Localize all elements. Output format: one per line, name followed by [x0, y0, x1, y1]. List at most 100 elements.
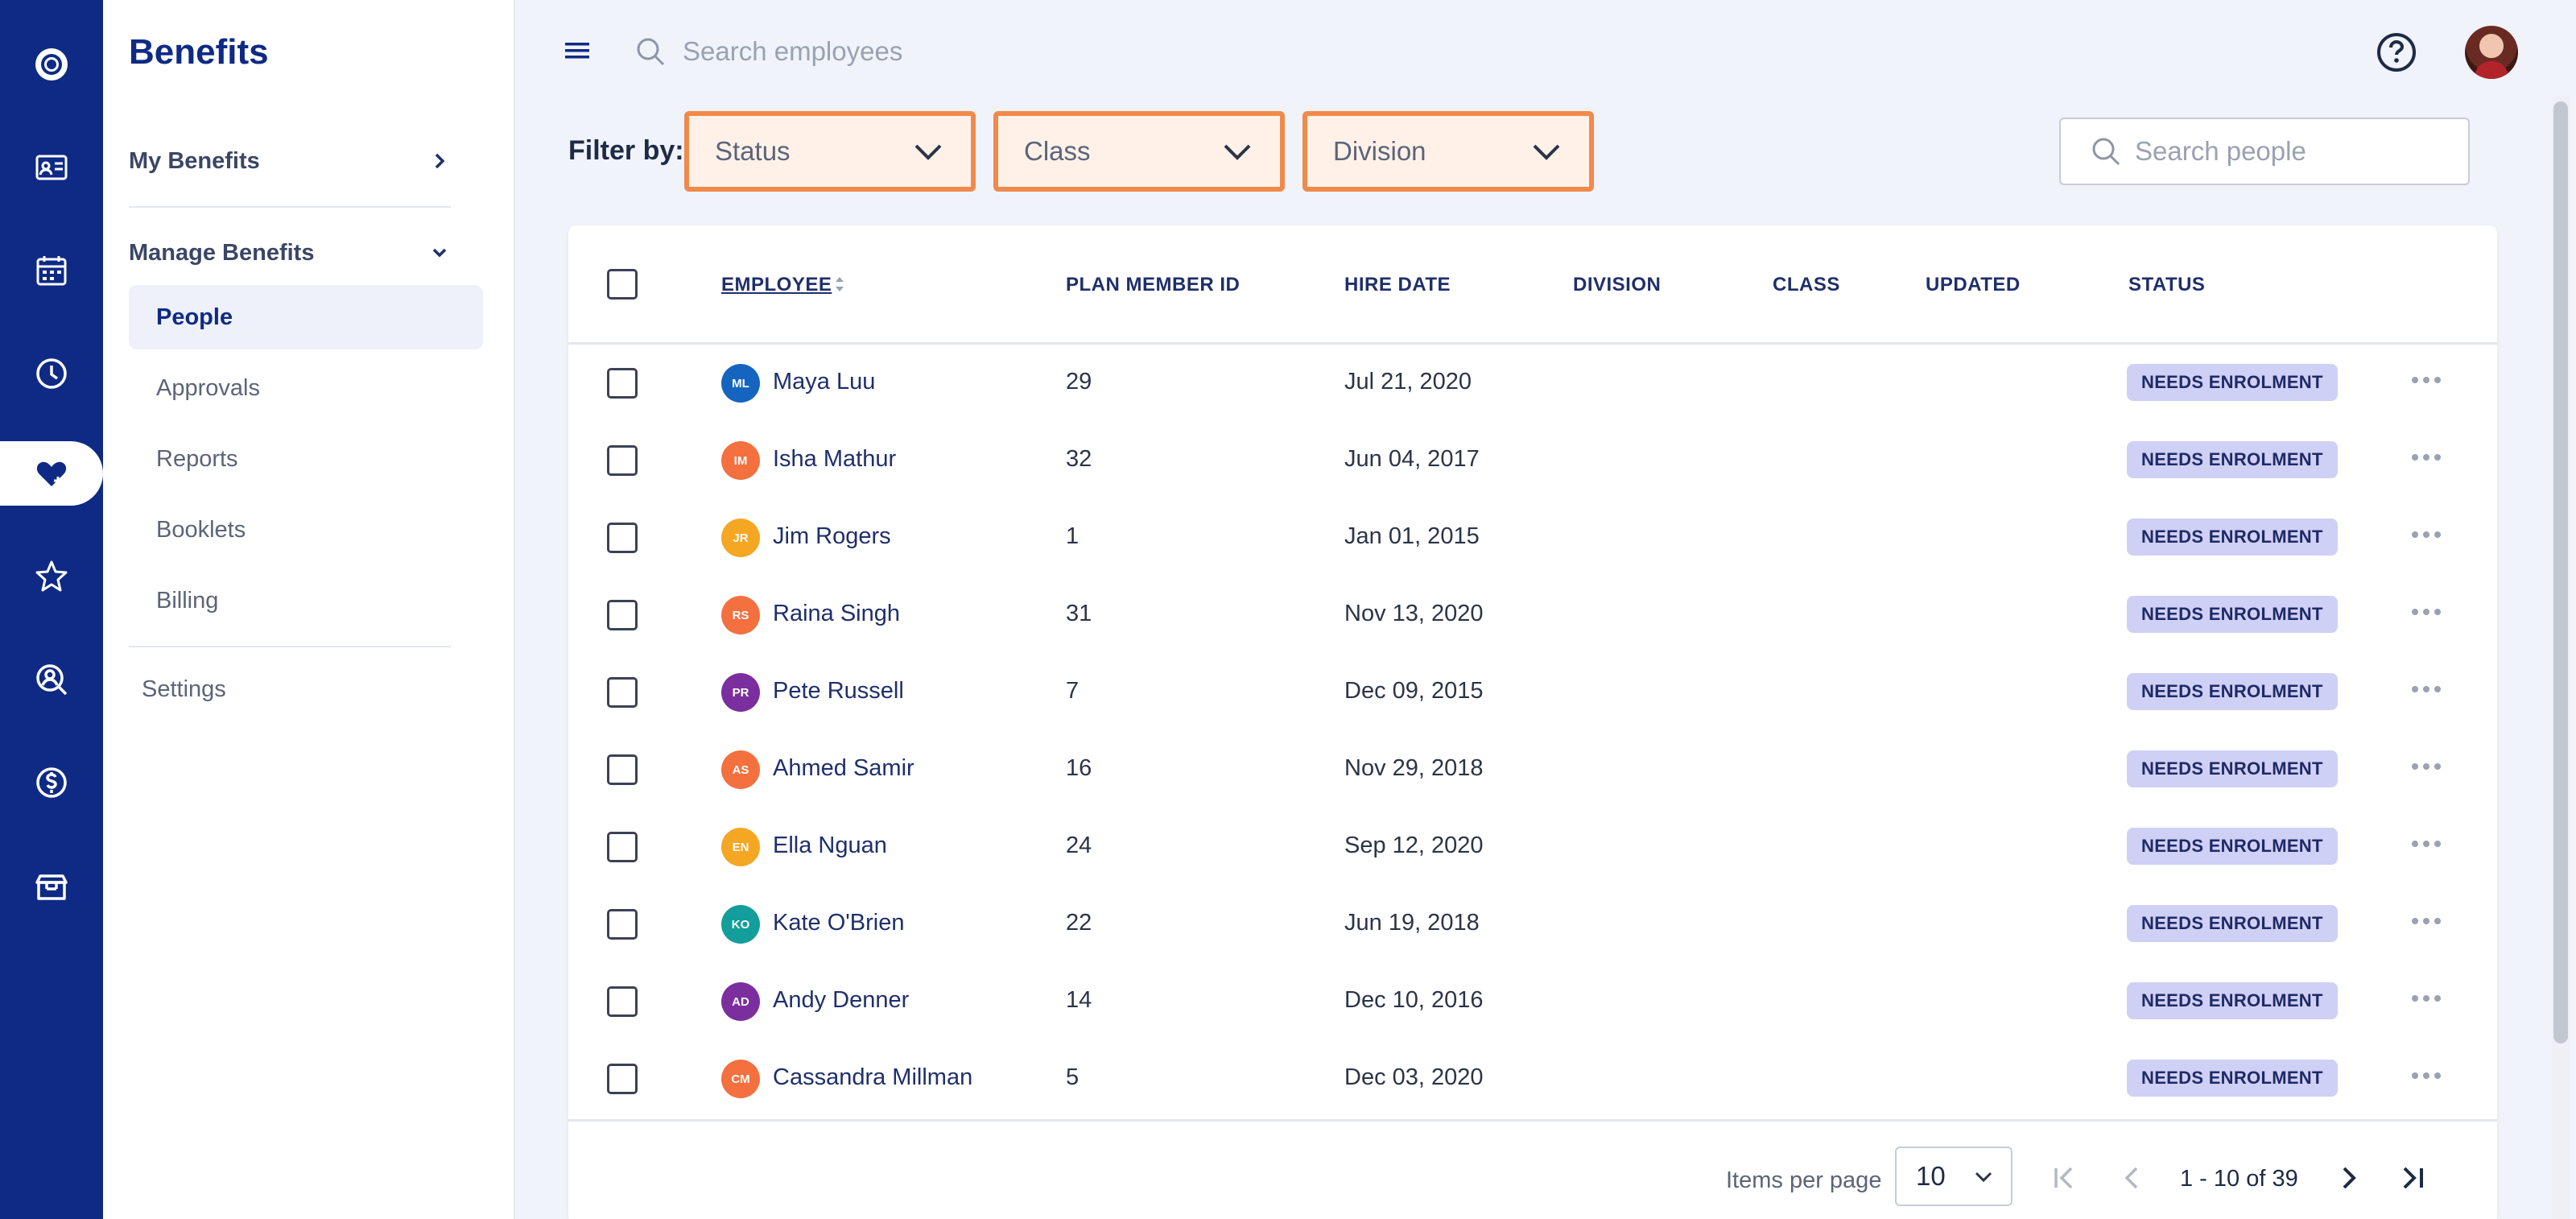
- table-row[interactable]: JR Jim Rogers 1 Jan 01, 2015 NEEDS ENROLMENT: [568, 499, 2497, 576]
- sidebar-item-settings[interactable]: Settings: [142, 676, 226, 703]
- more-options-icon[interactable]: [2409, 913, 2444, 929]
- table-row[interactable]: AS Ahmed Samir 16 Nov 29, 2018 NEEDS ENROLME…: [568, 731, 2497, 808]
- plan-member-id: 7: [1066, 678, 1080, 704]
- plan-member-id: 5: [1066, 1064, 1080, 1090]
- more-options-icon[interactable]: [2409, 372, 2444, 388]
- next-page-button[interactable]: [2328, 1158, 2368, 1198]
- status-badge: NEEDS ENROLMENT: [2127, 905, 2338, 942]
- column-hire-date: HIRE DATE: [1344, 274, 1451, 295]
- row-checkbox[interactable]: [607, 986, 638, 1017]
- employee-avatar: JR: [721, 519, 760, 557]
- first-page-button[interactable]: [2045, 1158, 2085, 1198]
- items-per-page-select[interactable]: 10: [1895, 1147, 2013, 1206]
- table-row[interactable]: ML Maya Luu 29 Jul 21, 2020 NEEDS ENROLMENT: [568, 345, 2497, 422]
- status-badge: NEEDS ENROLMENT: [2127, 750, 2338, 787]
- employee-name[interactable]: Cassandra Millman: [773, 1064, 972, 1091]
- employee-name[interactable]: Ella Nguan: [773, 833, 887, 859]
- plan-member-id: 1: [1066, 523, 1080, 549]
- row-checkbox[interactable]: [607, 600, 638, 630]
- division-filter-dropdown[interactable]: Division: [1302, 111, 1594, 192]
- user-avatar[interactable]: [2465, 26, 2518, 79]
- column-plan-member-id: PLAN MEMBER ID: [1066, 274, 1241, 295]
- search-employees-input[interactable]: [683, 32, 1407, 71]
- class-filter-label: Class: [1024, 136, 1091, 166]
- row-checkbox[interactable]: [607, 909, 638, 940]
- sidebar-manage-benefits-label: Manage Benefits: [129, 239, 315, 266]
- previous-page-button[interactable]: [2112, 1158, 2153, 1198]
- benefits-sidebar: Benefits My Benefits Manage Benefits Peo…: [103, 0, 515, 1219]
- employee-avatar: RS: [721, 596, 760, 634]
- table-row[interactable]: AD Andy Denner 14 Dec 10, 2016 NEEDS ENROLME…: [568, 963, 2497, 1040]
- sidebar-item-billing[interactable]: Billing: [129, 568, 483, 633]
- sidebar-manage-benefits[interactable]: Manage Benefits: [129, 229, 451, 277]
- row-checkbox[interactable]: [607, 445, 638, 476]
- more-options-icon[interactable]: [2409, 681, 2444, 697]
- employee-name[interactable]: Raina Singh: [773, 601, 900, 627]
- row-checkbox[interactable]: [607, 523, 638, 553]
- employee-avatar: ML: [721, 364, 760, 403]
- employee-name[interactable]: Maya Luu: [773, 369, 875, 395]
- table-row[interactable]: CM Cassandra Millman 5 Dec 03, 2020 NEEDS EN…: [568, 1040, 2497, 1118]
- more-options-icon[interactable]: [2409, 990, 2444, 1006]
- sidebar-item-reports[interactable]: Reports: [129, 427, 483, 491]
- employee-name[interactable]: Ahmed Samir: [773, 755, 914, 782]
- person-search-icon[interactable]: [0, 647, 103, 712]
- sort-icon[interactable]: [832, 272, 847, 296]
- id-card-icon[interactable]: [0, 135, 103, 200]
- row-checkbox[interactable]: [607, 677, 638, 708]
- status-filter-dropdown[interactable]: Status: [684, 111, 976, 192]
- hire-date: Nov 29, 2018: [1344, 755, 1484, 781]
- more-options-icon[interactable]: [2409, 449, 2444, 465]
- employee-name[interactable]: Pete Russell: [773, 678, 904, 705]
- more-options-icon[interactable]: [2409, 1068, 2444, 1084]
- employee-name[interactable]: Andy Denner: [773, 987, 909, 1014]
- row-checkbox[interactable]: [607, 368, 638, 399]
- row-checkbox[interactable]: [607, 754, 638, 785]
- search-people-box[interactable]: [2059, 118, 2470, 185]
- row-checkbox[interactable]: [607, 1064, 638, 1094]
- sidebar-item-booklets[interactable]: Booklets: [129, 498, 483, 562]
- row-checkbox[interactable]: [607, 832, 638, 862]
- table-row[interactable]: PR Pete Russell 7 Dec 09, 2015 NEEDS ENROLME…: [568, 654, 2497, 731]
- hire-date: Dec 10, 2016: [1344, 987, 1484, 1013]
- status-badge: NEEDS ENROLMENT: [2127, 364, 2338, 401]
- class-filter-dropdown[interactable]: Class: [993, 111, 1285, 192]
- more-options-icon[interactable]: [2409, 527, 2444, 543]
- column-updated: UPDATED: [1926, 274, 2021, 295]
- dollar-icon[interactable]: [0, 750, 103, 815]
- division-filter-label: Division: [1333, 136, 1426, 166]
- star-icon[interactable]: [0, 544, 103, 609]
- more-options-icon[interactable]: [2409, 604, 2444, 620]
- column-employee[interactable]: EMPLOYEE: [721, 274, 832, 296]
- gift-box-icon[interactable]: [0, 853, 103, 918]
- status-badge: NEEDS ENROLMENT: [2127, 596, 2338, 633]
- chevron-down-icon: [432, 248, 447, 258]
- last-page-button[interactable]: [2392, 1158, 2433, 1198]
- table-row[interactable]: IM Isha Mathur 32 Jun 04, 2017 NEEDS ENROLME…: [568, 422, 2497, 499]
- table-row[interactable]: RS Raina Singh 31 Nov 13, 2020 NEEDS ENROLME…: [568, 576, 2497, 654]
- employee-name[interactable]: Jim Rogers: [773, 523, 891, 550]
- employee-avatar: PR: [721, 673, 760, 712]
- calendar-icon[interactable]: [0, 238, 103, 303]
- more-options-icon[interactable]: [2409, 836, 2444, 852]
- clock-icon[interactable]: [0, 341, 103, 406]
- sidebar-my-benefits[interactable]: My Benefits: [129, 137, 451, 185]
- select-all-checkbox[interactable]: [607, 269, 638, 300]
- employee-avatar: AS: [721, 750, 760, 789]
- table-row[interactable]: KO Kate O'Brien 22 Jun 19, 2018 NEEDS ENROLM…: [568, 886, 2497, 963]
- sidebar-item-approvals[interactable]: Approvals: [129, 356, 483, 420]
- more-options-icon[interactable]: [2409, 758, 2444, 775]
- help-icon[interactable]: [2375, 31, 2418, 74]
- scrollbar-thumb[interactable]: [2553, 101, 2568, 1043]
- search-people-input[interactable]: [2135, 136, 2457, 167]
- employee-name[interactable]: Kate O'Brien: [773, 910, 905, 936]
- menu-icon[interactable]: [564, 37, 591, 64]
- chevron-right-icon: [435, 153, 445, 169]
- employee-name[interactable]: Isha Mathur: [773, 446, 896, 473]
- sidebar-item-people[interactable]: People: [129, 285, 483, 349]
- heart-icon[interactable]: [0, 441, 103, 506]
- logo-icon[interactable]: [0, 32, 103, 97]
- column-class: CLASS: [1773, 274, 1840, 295]
- table-row[interactable]: EN Ella Nguan 24 Sep 12, 2020 NEEDS ENROLMEN…: [568, 808, 2497, 886]
- plan-member-id: 16: [1066, 755, 1092, 781]
